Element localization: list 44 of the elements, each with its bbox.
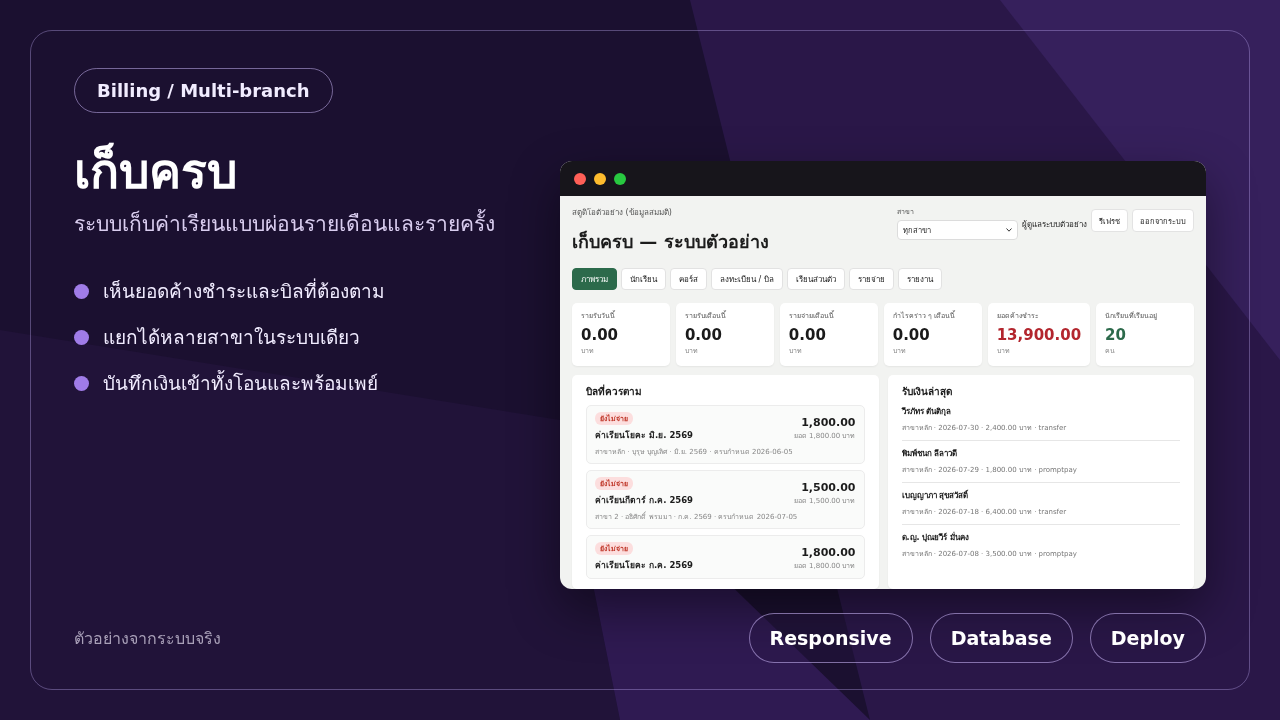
payer-name: เบญญาภา สุขสวัสดิ์ <box>901 489 969 502</box>
app-title: เก็บครบ — ระบบตัวอย่าง <box>572 229 769 254</box>
panel-title: บิลที่ควรตาม <box>586 384 643 399</box>
stat-value: 0.00 <box>892 326 930 344</box>
bullet-dot-icon <box>74 329 89 345</box>
bill-title: ค่าเรียนโยคะ มิ.ย. 2569 <box>595 429 694 442</box>
bill-title: ค่าเรียนกีตาร์ ก.ค. 2569 <box>595 494 694 507</box>
bullet-dot-icon <box>74 375 89 391</box>
feature-text: เห็นยอดค้างชำระและบิลที่ต้องตาม <box>103 277 385 304</box>
nav-tab[interactable]: ลงทะเบียน / บิล <box>711 268 783 290</box>
feature-text: บันทึกเงินเข้าทั้งโอนและพร้อมเพย์ <box>103 369 378 396</box>
nav-tab[interactable]: ภาพรวม <box>572 268 617 290</box>
stat-value: 0.00 <box>581 326 618 344</box>
bill-title: ค่าเรียนโยคะ ก.ค. 2569 <box>595 559 694 572</box>
nav-tab[interactable]: เรียนส่วนตัว <box>786 268 845 290</box>
tech-pill[interactable]: Deploy <box>1089 613 1206 663</box>
nav-tab[interactable]: นักเรียน <box>621 268 666 290</box>
window-control-dot-icon[interactable] <box>574 172 586 185</box>
payer-name: พิมพ์ชนก ลีลาวดี <box>901 447 958 460</box>
tech-pill[interactable]: Responsive <box>748 613 913 663</box>
bill-amount: 1,500.00 <box>801 481 856 494</box>
feature-text: แยกได้หลายสาขาในระบบเดียว <box>103 325 360 350</box>
bill-amount: 1,800.00 <box>801 416 856 429</box>
panel-title: รับเงินล่าสุด <box>901 385 953 399</box>
user-name: ผู้ดูแลระบบตัวอย่าง <box>1022 219 1087 231</box>
nav-tab[interactable]: รายจ่าย <box>848 268 894 290</box>
nav-tab[interactable]: รายงาน <box>897 268 942 290</box>
footer-note: ตัวอย่างจากระบบจริง <box>74 627 221 650</box>
caret-icon <box>1006 228 1012 232</box>
studio-name: สตูดิโอตัวอย่าง (ข้อมูลสมมติ) <box>572 207 673 219</box>
window-control-dot-icon[interactable] <box>594 172 606 185</box>
window-control-dot-icon[interactable] <box>614 172 626 185</box>
payer-name: ด.ญ. ปุณยวีร์ มั่นคง <box>901 531 970 544</box>
hero-subtitle: ระบบเก็บค่าเรียนแบบผ่อนรายเดือนและรายครั้ง <box>74 207 495 240</box>
nav-tab[interactable]: คอร์ส <box>670 268 707 290</box>
bill-amount: 1,800.00 <box>801 546 856 559</box>
tech-pill[interactable]: Database <box>929 613 1073 663</box>
stat-value: 13,900.00 <box>996 326 1082 344</box>
hero-title: เก็บครบ <box>74 141 237 201</box>
bullet-dot-icon <box>74 283 89 299</box>
payer-name: วีรภัทร ตันติกุล <box>901 406 952 418</box>
stat-value: 0.00 <box>684 326 722 344</box>
stat-value: 20 <box>1105 326 1126 344</box>
stat-value: 0.00 <box>788 326 826 344</box>
